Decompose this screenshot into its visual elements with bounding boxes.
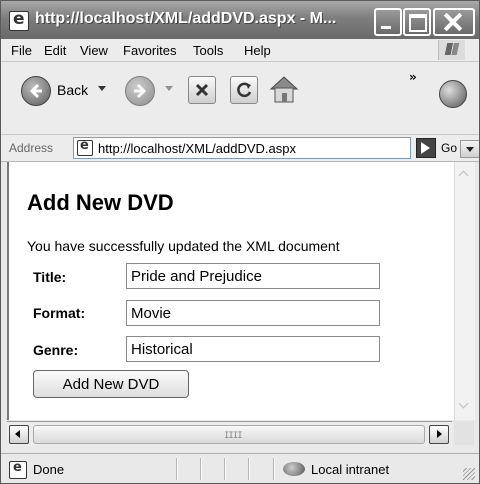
windows-logo-icon bbox=[438, 40, 465, 60]
forward-arrow-icon bbox=[134, 83, 147, 99]
address-label: Address bbox=[9, 141, 54, 155]
stop-button[interactable] bbox=[188, 76, 216, 104]
scroll-right-icon[interactable] bbox=[429, 425, 449, 444]
minimize-button[interactable] bbox=[374, 8, 402, 36]
refresh-icon bbox=[237, 82, 252, 98]
status-divider bbox=[200, 458, 202, 480]
go-button[interactable]: Go bbox=[441, 141, 457, 155]
title-input[interactable] bbox=[126, 263, 380, 289]
title-label: Title: bbox=[33, 269, 67, 285]
page-title: Add New DVD bbox=[27, 190, 174, 215]
go-arrow-icon[interactable] bbox=[416, 138, 436, 158]
window-title: http://localhost/XML/addDVD.aspx - M... bbox=[35, 10, 337, 27]
status-divider bbox=[248, 458, 250, 480]
scroll-left-icon[interactable] bbox=[9, 425, 29, 444]
address-url[interactable]: http://localhost/XML/addDVD.aspx bbox=[98, 141, 296, 156]
format-label: Format: bbox=[33, 305, 86, 321]
toolbar: Back » bbox=[1, 62, 479, 135]
address-dropdown-icon[interactable] bbox=[460, 140, 479, 158]
back-label[interactable]: Back bbox=[57, 82, 88, 98]
status-divider bbox=[224, 458, 226, 480]
status-divider bbox=[176, 458, 178, 480]
vertical-scrollbar[interactable] bbox=[454, 162, 475, 420]
horizontal-scroll-thumb[interactable]: IIII bbox=[33, 425, 425, 444]
success-message: You have successfully updated the XML do… bbox=[27, 238, 340, 254]
maximize-button[interactable] bbox=[403, 8, 431, 36]
horizontal-scrollbar[interactable]: IIII bbox=[7, 421, 452, 446]
close-button[interactable] bbox=[433, 8, 475, 36]
ie-page-icon bbox=[9, 9, 29, 31]
menu-file[interactable]: File bbox=[11, 43, 32, 58]
home-icon[interactable] bbox=[268, 74, 300, 104]
menu-help[interactable]: Help bbox=[244, 43, 271, 58]
intranet-zone-icon bbox=[283, 462, 305, 476]
status-divider bbox=[273, 458, 275, 480]
status-bar: Done Local intranet bbox=[1, 453, 479, 483]
address-bar: Address http://localhost/XML/addDVD.aspx… bbox=[1, 135, 479, 162]
research-icon[interactable] bbox=[439, 80, 467, 108]
menu-edit[interactable]: Edit bbox=[44, 43, 66, 58]
menu-view[interactable]: View bbox=[80, 43, 108, 58]
scroll-down-icon[interactable] bbox=[456, 398, 473, 415]
toolbar-overflow-icon[interactable]: » bbox=[409, 70, 417, 84]
back-dropdown-icon[interactable] bbox=[98, 86, 106, 91]
add-new-dvd-button[interactable]: Add New DVD bbox=[33, 370, 189, 398]
scrollbar-corner bbox=[454, 421, 474, 445]
address-input[interactable]: http://localhost/XML/addDVD.aspx bbox=[73, 137, 479, 159]
menu-favorites[interactable]: Favorites bbox=[123, 43, 176, 58]
ie-page-icon bbox=[9, 460, 27, 479]
format-input[interactable] bbox=[126, 300, 380, 326]
forward-dropdown-icon[interactable] bbox=[165, 86, 173, 91]
menu-bar: File Edit View Favorites Tools Help bbox=[1, 39, 479, 62]
browser-window: http://localhost/XML/addDVD.aspx - M... … bbox=[0, 0, 480, 484]
refresh-button[interactable] bbox=[230, 76, 258, 104]
security-zone: Local intranet bbox=[311, 462, 390, 477]
menu-tools[interactable]: Tools bbox=[193, 43, 223, 58]
genre-input[interactable] bbox=[126, 336, 380, 362]
scroll-grip: IIII bbox=[224, 431, 243, 441]
stop-icon bbox=[195, 83, 209, 97]
title-bar: http://localhost/XML/addDVD.aspx - M... bbox=[1, 1, 479, 39]
ie-page-icon bbox=[77, 138, 93, 156]
page-content: Add New DVD You have successfully update… bbox=[7, 162, 454, 420]
scroll-up-icon[interactable] bbox=[456, 166, 473, 183]
status-text: Done bbox=[33, 462, 65, 477]
resize-grip-icon[interactable] bbox=[463, 468, 475, 480]
forward-button[interactable] bbox=[125, 76, 155, 106]
back-button[interactable] bbox=[21, 76, 51, 106]
back-arrow-icon bbox=[29, 83, 42, 99]
genre-label: Genre: bbox=[33, 342, 79, 358]
